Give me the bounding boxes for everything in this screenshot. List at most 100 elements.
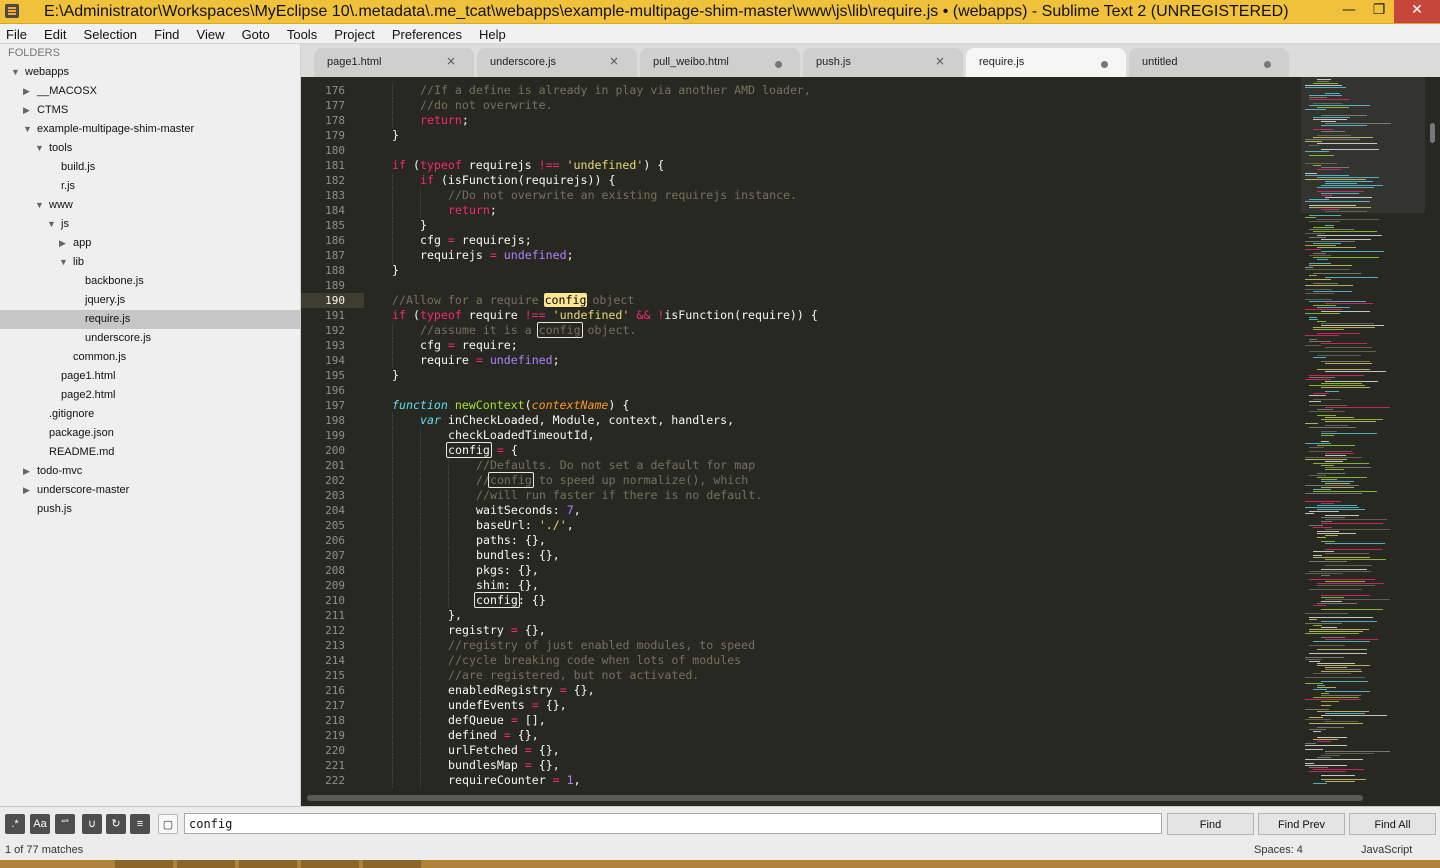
find-input[interactable]: config — [184, 813, 1162, 834]
unsaved-dot-icon[interactable] — [1264, 61, 1271, 68]
restore-button[interactable]: ❐ — [1364, 0, 1394, 23]
horizontal-scrollbar[interactable] — [301, 790, 1440, 806]
code-line[interactable]: defined = {}, — [448, 728, 539, 743]
menu-tools[interactable]: Tools — [281, 26, 323, 44]
code-line[interactable]: } — [392, 368, 399, 383]
code-line[interactable]: //are registered, but not activated. — [448, 668, 699, 683]
code-line[interactable]: cfg = require; — [420, 338, 518, 353]
code-line[interactable]: requireCounter = 1, — [448, 773, 581, 788]
code-line[interactable]: //Allow for a require config object — [392, 293, 634, 308]
taskbar-app-2[interactable] — [177, 860, 235, 868]
code-line[interactable]: return; — [420, 113, 476, 128]
horizontal-scroll-thumb[interactable] — [307, 795, 1363, 801]
code-line[interactable]: //registry of just enabled modules, to s… — [448, 638, 755, 653]
sublime-app-icon[interactable] — [5, 4, 19, 18]
tree-item[interactable]: require.js — [0, 310, 300, 329]
code-line[interactable]: defQueue = [], — [448, 713, 546, 728]
menu-preferences[interactable]: Preferences — [386, 26, 468, 44]
code-line[interactable]: //Do not overwrite an existing requirejs… — [448, 188, 797, 203]
tree-item[interactable]: ▼ webapps — [0, 63, 300, 82]
highlight-matches-toggle[interactable]: ≡ — [130, 814, 150, 834]
tree-item[interactable]: page1.html — [0, 367, 300, 386]
unsaved-dot-icon[interactable] — [775, 61, 782, 68]
taskbar-app-5[interactable] — [363, 860, 421, 868]
menu-help[interactable]: Help — [473, 26, 512, 44]
tree-item[interactable]: r.js — [0, 177, 300, 196]
unsaved-dot-icon[interactable] — [1101, 61, 1108, 68]
tree-item[interactable]: backbone.js — [0, 272, 300, 291]
editor-tab[interactable]: underscore.js × — [477, 48, 637, 77]
tree-item[interactable]: .gitignore — [0, 405, 300, 424]
minimize-button[interactable]: — — [1334, 0, 1364, 23]
collapsed-arrow-icon[interactable]: ▶ — [59, 234, 66, 253]
tree-item[interactable]: ▼ www — [0, 196, 300, 215]
taskbar-app-1[interactable] — [115, 860, 173, 868]
editor-tab[interactable]: require.js — [966, 48, 1126, 77]
collapsed-arrow-icon[interactable]: ▶ — [23, 101, 30, 120]
find-prev-button[interactable]: Find Prev — [1258, 813, 1345, 835]
code-line[interactable]: pkgs: {}, — [476, 563, 539, 578]
wrap-toggle[interactable]: ↻ — [106, 814, 126, 834]
code-line[interactable]: } — [392, 263, 399, 278]
code-line[interactable]: paths: {}, — [476, 533, 546, 548]
code-line[interactable]: registry = {}, — [448, 623, 546, 638]
menu-selection[interactable]: Selection — [78, 26, 143, 44]
code-line[interactable]: function newContext(contextName) { — [392, 398, 629, 413]
in-selection-toggle[interactable]: ∪ — [82, 814, 102, 834]
tab-close-icon[interactable]: × — [446, 54, 456, 68]
expanded-arrow-icon[interactable]: ▼ — [35, 139, 44, 158]
tree-item[interactable]: ▶ app — [0, 234, 300, 253]
tree-item[interactable]: underscore.js — [0, 329, 300, 348]
menu-find[interactable]: Find — [148, 26, 185, 44]
taskbar-app-4[interactable] — [301, 860, 359, 868]
tab-close-icon[interactable]: × — [935, 54, 945, 68]
code-line[interactable]: //will run faster if there is no default… — [476, 488, 762, 503]
tree-item[interactable]: jquery.js — [0, 291, 300, 310]
show-context-toggle[interactable]: ▢ — [158, 814, 178, 834]
indentation-status[interactable]: Spaces: 4 — [1254, 844, 1303, 856]
code-line[interactable]: baseUrl: './', — [476, 518, 574, 533]
code-line[interactable]: //Defaults. Do not set a default for map — [476, 458, 755, 473]
code-line[interactable]: config = { — [446, 442, 518, 458]
code-line[interactable]: checkLoadedTimeoutId, — [448, 428, 595, 443]
tree-item[interactable]: ▼ tools — [0, 139, 300, 158]
menu-goto[interactable]: Goto — [236, 26, 276, 44]
tree-item[interactable]: ▼ example-multipage-shim-master — [0, 120, 300, 139]
close-window-button[interactable]: ✕ — [1394, 0, 1440, 23]
code-line[interactable]: if (isFunction(requirejs)) { — [420, 173, 615, 188]
expanded-arrow-icon[interactable]: ▼ — [11, 63, 20, 82]
tree-item[interactable]: ▼ lib — [0, 253, 300, 272]
tree-item[interactable]: ▶ __MACOSX — [0, 82, 300, 101]
code-line[interactable]: //cycle breaking code when lots of modul… — [448, 653, 741, 668]
code-editor[interactable]: 176 177 178 179 180 181 182 183 184 185 186 187 188 1… — [301, 77, 1301, 790]
tree-item[interactable]: common.js — [0, 348, 300, 367]
code-line[interactable]: undefEvents = {}, — [448, 698, 567, 713]
taskbar-app-3[interactable] — [239, 860, 297, 868]
menu-view[interactable]: View — [191, 26, 231, 44]
code-line[interactable]: } — [420, 218, 427, 233]
menu-file[interactable]: File — [0, 26, 33, 44]
code-line[interactable]: }, — [448, 608, 462, 623]
expanded-arrow-icon[interactable]: ▼ — [35, 196, 44, 215]
editor-tab[interactable]: pull_weibo.html — [640, 48, 800, 77]
expanded-arrow-icon[interactable]: ▼ — [23, 120, 32, 139]
tree-item[interactable]: package.json — [0, 424, 300, 443]
code-line[interactable]: enabledRegistry = {}, — [448, 683, 595, 698]
collapsed-arrow-icon[interactable]: ▶ — [23, 462, 30, 481]
vertical-scrollbar[interactable] — [1425, 77, 1440, 790]
editor-tab[interactable]: untitled — [1129, 48, 1289, 77]
code-line[interactable]: //assume it is a config object. — [420, 322, 636, 338]
tree-item[interactable]: ▼ js — [0, 215, 300, 234]
syntax-status[interactable]: JavaScript — [1361, 844, 1412, 856]
code-line[interactable]: waitSeconds: 7, — [476, 503, 581, 518]
code-line[interactable]: shim: {}, — [476, 578, 539, 593]
find-button[interactable]: Find — [1167, 813, 1254, 835]
editor-tab[interactable]: page1.html × — [314, 48, 474, 77]
code-line[interactable]: config: {} — [474, 592, 546, 608]
find-all-button[interactable]: Find All — [1349, 813, 1436, 835]
code-line[interactable]: require = undefined; — [420, 353, 560, 368]
tree-item[interactable]: build.js — [0, 158, 300, 177]
vertical-scroll-thumb[interactable] — [1430, 123, 1435, 143]
tree-item[interactable]: README.md — [0, 443, 300, 462]
regex-toggle[interactable]: .* — [5, 814, 25, 834]
